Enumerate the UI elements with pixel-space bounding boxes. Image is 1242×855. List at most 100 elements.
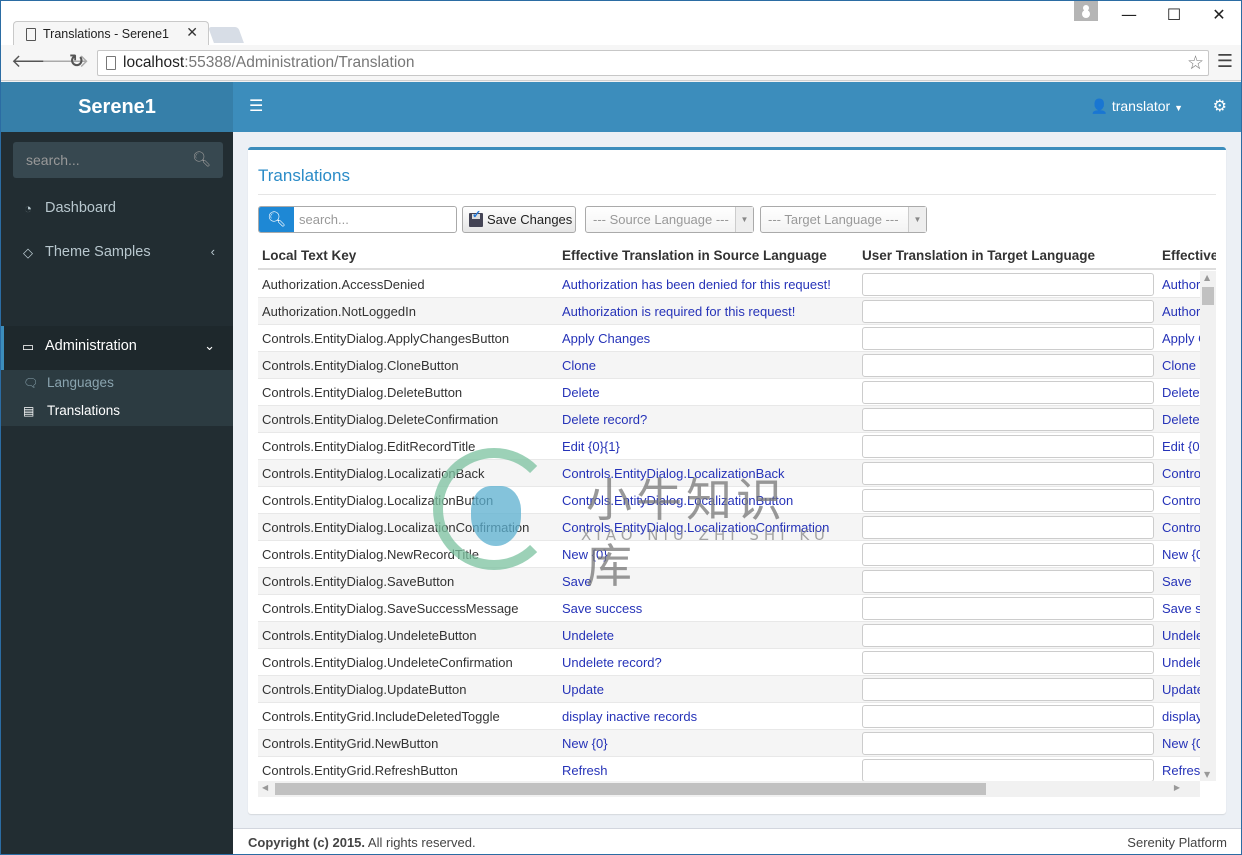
sidebar-item-languages[interactable]: 🗨︎ Languages xyxy=(1,370,233,398)
sidebar-item-translations[interactable]: ▤ Translations xyxy=(1,398,233,426)
source-translation[interactable]: Authorization has been denied for this r… xyxy=(562,277,854,292)
source-translation[interactable]: Update xyxy=(562,682,854,697)
browser-menu-icon[interactable]: ☰ xyxy=(1217,51,1233,72)
effective-translation[interactable]: Clone xyxy=(1162,358,1200,373)
user-translation-input[interactable] xyxy=(862,489,1154,512)
scroll-up-icon[interactable]: ▲ xyxy=(1204,273,1210,282)
sidebar-item-theme-samples[interactable]: ◇ Theme Samples ‹ xyxy=(1,232,233,276)
reload-icon[interactable]: ↻ xyxy=(69,51,84,72)
user-translation-input[interactable] xyxy=(862,381,1154,404)
effective-translation[interactable]: display inactive records xyxy=(1162,709,1200,724)
effective-translation[interactable]: Apply Changes xyxy=(1162,331,1200,346)
effective-translation[interactable]: Save success xyxy=(1162,601,1200,616)
source-translation[interactable]: display inactive records xyxy=(562,709,854,724)
column-header-effective[interactable]: Effective Translation in Target Language xyxy=(1162,248,1216,263)
source-translation[interactable]: Authorization is required for this reque… xyxy=(562,304,854,319)
user-translation-input[interactable] xyxy=(862,435,1154,458)
vertical-scroll-thumb[interactable] xyxy=(1202,287,1214,305)
browser-window: Translations - Serene1 ✕ — ☐ ✕ 🡐 🡒 ↻ loc… xyxy=(0,0,1242,855)
user-translation-input[interactable] xyxy=(862,624,1154,647)
effective-translation[interactable]: New {0} xyxy=(1162,547,1200,562)
new-tab-button[interactable] xyxy=(208,27,244,43)
scroll-left-icon[interactable]: ◀ xyxy=(262,783,268,792)
address-bar[interactable]: localhost:55388/Administration/Translati… xyxy=(97,50,1209,76)
effective-translation[interactable]: New {0} xyxy=(1162,736,1200,751)
source-translation[interactable]: Undelete xyxy=(562,628,854,643)
column-header-key[interactable]: Local Text Key xyxy=(262,248,558,263)
sidebar-item-dashboard[interactable]: ◔ Dashboard xyxy=(1,188,233,232)
search-icon[interactable]: 🔍︎ xyxy=(192,150,211,168)
minimize-icon[interactable]: — xyxy=(1114,5,1144,24)
user-translation-input[interactable] xyxy=(862,570,1154,593)
user-translation-input[interactable] xyxy=(862,300,1154,323)
user-translation-input[interactable] xyxy=(862,705,1154,728)
window-close-icon[interactable]: ✕ xyxy=(1204,5,1234,24)
column-header-user[interactable]: User Translation in Target Language xyxy=(862,248,1158,263)
source-translation[interactable]: Controls.EntityDialog.LocalizationConfir… xyxy=(562,520,854,535)
quick-search-input[interactable] xyxy=(295,207,455,232)
table-row: Controls.EntityDialog.UndeleteConfirmati… xyxy=(258,649,1200,676)
effective-translation[interactable]: Refresh xyxy=(1162,763,1200,778)
effective-translation[interactable]: Authorization is required for this reque… xyxy=(1162,304,1200,319)
source-translation[interactable]: Delete xyxy=(562,385,854,400)
effective-translation[interactable]: Edit {0}{1} xyxy=(1162,439,1200,454)
save-changes-button[interactable]: Save Changes xyxy=(462,206,576,233)
table-row: Controls.EntityDialog.EditRecordTitle Edi… xyxy=(258,433,1200,460)
source-translation[interactable]: Controls.EntityDialog.LocalizationButton xyxy=(562,493,854,508)
source-translation[interactable]: Undelete record? xyxy=(562,655,854,670)
effective-translation[interactable]: Authorization has been denied for this r… xyxy=(1162,277,1200,292)
user-translation-input[interactable] xyxy=(862,408,1154,431)
user-translation-input[interactable] xyxy=(862,462,1154,485)
tab-close-icon[interactable]: ✕ xyxy=(186,25,198,41)
user-menu[interactable]: 👤 translator ▼ xyxy=(1091,98,1184,115)
effective-translation[interactable]: Delete record? xyxy=(1162,412,1200,427)
vertical-scrollbar[interactable]: ▲ ▼ xyxy=(1200,271,1216,781)
user-translation-input[interactable] xyxy=(862,543,1154,566)
effective-translation[interactable]: Delete xyxy=(1162,385,1200,400)
sidebar-search-input[interactable] xyxy=(13,142,188,178)
source-translation[interactable]: Clone xyxy=(562,358,854,373)
source-language-select[interactable]: --- Source Language --- ▼ xyxy=(585,206,754,233)
sidebar-toggle-icon[interactable]: ☰ xyxy=(249,96,263,115)
source-translation[interactable]: Apply Changes xyxy=(562,331,854,346)
source-translation[interactable]: Save xyxy=(562,574,854,589)
settings-gears-icon[interactable]: ⚙ xyxy=(1213,96,1227,115)
scroll-down-icon[interactable]: ▼ xyxy=(1204,770,1210,779)
user-translation-input[interactable] xyxy=(862,273,1154,296)
effective-translation[interactable]: Controls.EntityDialog.LocalizationButton xyxy=(1162,493,1200,508)
source-translation[interactable]: Controls.EntityDialog.LocalizationBack xyxy=(562,466,854,481)
search-icon[interactable]: 🔍︎ xyxy=(259,207,294,232)
source-translation[interactable]: New {0} xyxy=(562,547,854,562)
horizontal-scroll-thumb[interactable] xyxy=(275,783,986,795)
source-translation[interactable]: Refresh xyxy=(562,763,854,778)
user-translation-input[interactable] xyxy=(862,732,1154,755)
effective-translation[interactable]: Update xyxy=(1162,682,1200,697)
source-translation[interactable]: Edit {0}{1} xyxy=(562,439,854,454)
user-translation-input[interactable] xyxy=(862,597,1154,620)
horizontal-scrollbar[interactable]: ◀ ▶ xyxy=(258,781,1200,797)
app-logo[interactable]: Serene1 xyxy=(1,82,233,132)
user-translation-input[interactable] xyxy=(862,759,1154,782)
source-translation[interactable]: New {0} xyxy=(562,736,854,751)
local-text-key: Controls.EntityDialog.DeleteButton xyxy=(262,385,463,400)
maximize-icon[interactable]: ☐ xyxy=(1159,5,1189,24)
sidebar-item-administration[interactable]: ▭ Administration ⌄ xyxy=(1,326,233,370)
source-translation[interactable]: Delete record? xyxy=(562,412,854,427)
source-translation[interactable]: Save success xyxy=(562,601,854,616)
scroll-right-icon[interactable]: ▶ xyxy=(1174,783,1180,792)
profile-icon[interactable] xyxy=(1074,1,1098,21)
user-translation-input[interactable] xyxy=(862,516,1154,539)
effective-translation[interactable]: Undelete record? xyxy=(1162,655,1200,670)
effective-translation[interactable]: Controls.EntityDialog.LocalizationBack xyxy=(1162,466,1200,481)
user-translation-input[interactable] xyxy=(862,327,1154,350)
column-header-source[interactable]: Effective Translation in Source Language xyxy=(562,248,858,263)
effective-translation[interactable]: Save xyxy=(1162,574,1200,589)
target-language-select[interactable]: --- Target Language --- ▼ xyxy=(760,206,927,233)
user-translation-input[interactable] xyxy=(862,678,1154,701)
browser-tab[interactable]: Translations - Serene1 ✕ xyxy=(13,21,209,47)
effective-translation[interactable]: Undelete xyxy=(1162,628,1200,643)
bookmark-star-icon[interactable]: ☆ xyxy=(1187,52,1204,74)
user-translation-input[interactable] xyxy=(862,354,1154,377)
effective-translation[interactable]: Controls.EntityDialog.LocalizationConfir… xyxy=(1162,520,1200,535)
user-translation-input[interactable] xyxy=(862,651,1154,674)
